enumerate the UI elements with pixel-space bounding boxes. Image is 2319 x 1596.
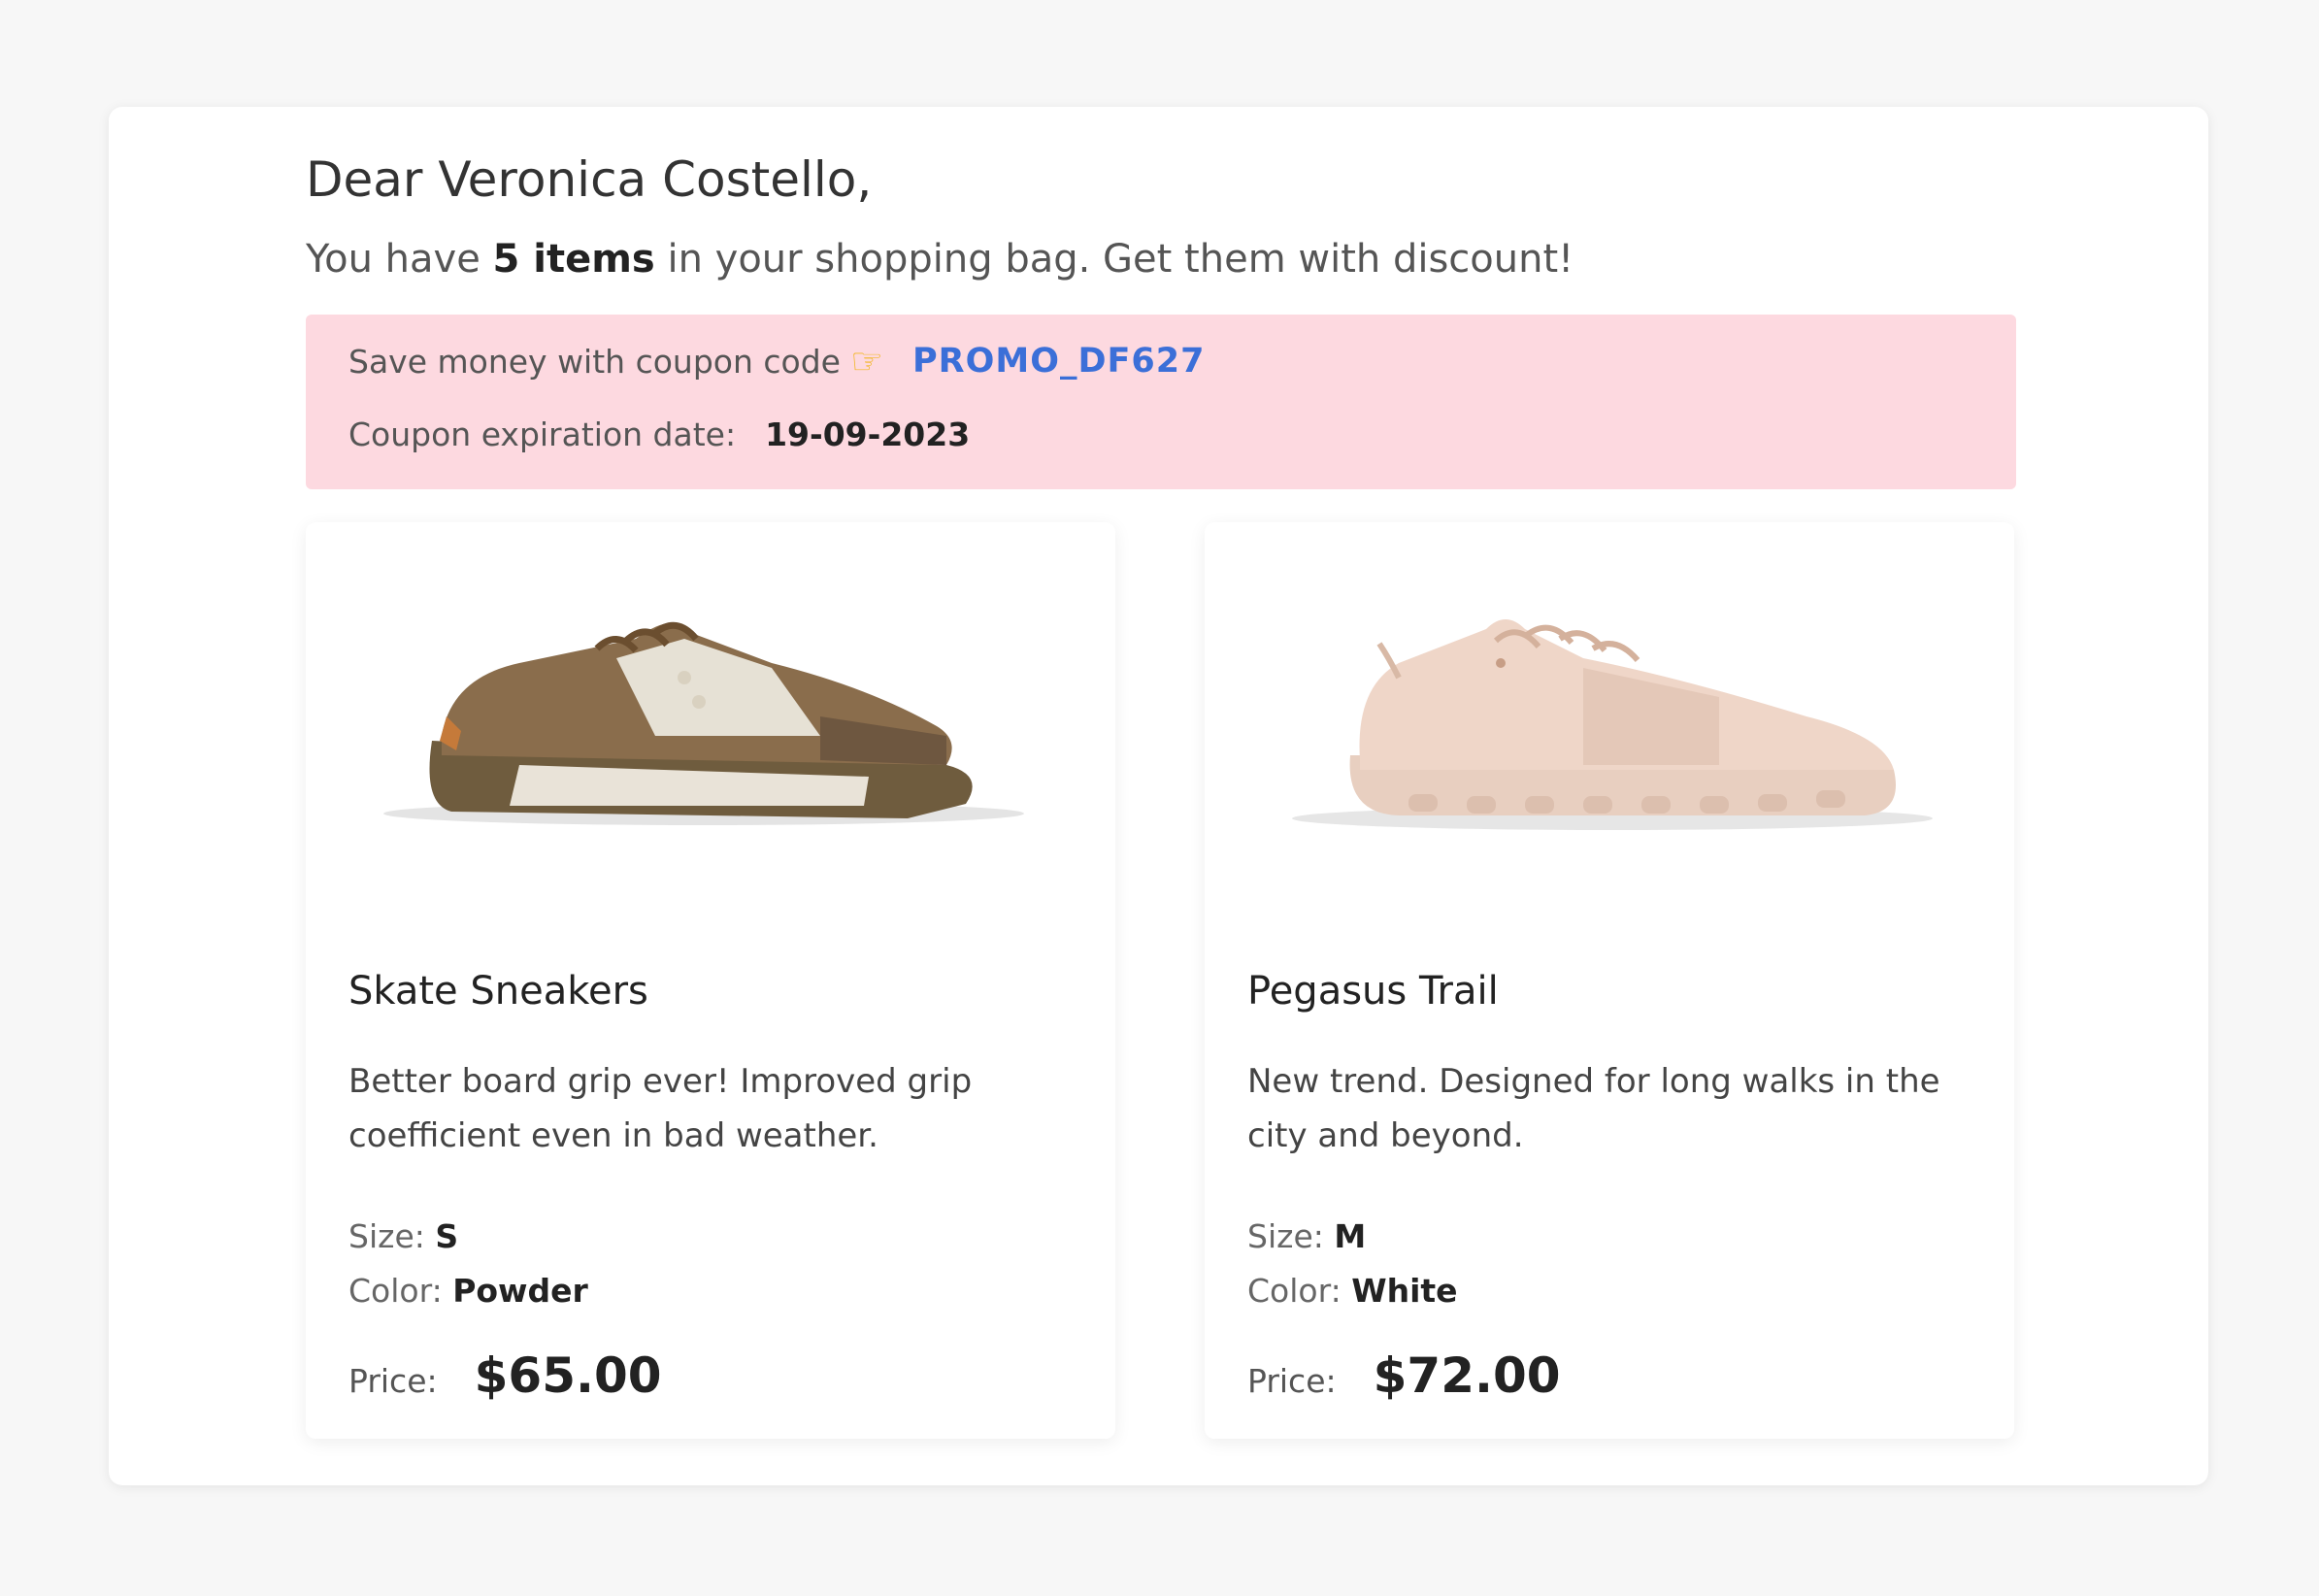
product-image-skate-sneakers[interactable]	[364, 571, 1053, 891]
expiration-date: 19-09-2023	[765, 416, 971, 453]
intro-before: You have	[306, 237, 493, 282]
intro-after: in your shopping bag. Get them with disc…	[654, 237, 1574, 282]
product-name[interactable]: Pegasus Trail	[1247, 969, 1499, 1014]
item-count: 5 items	[492, 237, 655, 282]
coupon-box: Save money with coupon code ☞ PROMO_DF62…	[306, 315, 2016, 489]
coupon-code-row: Save money with coupon code ☞ PROMO_DF62…	[348, 340, 1206, 382]
price-label: Price:	[348, 1362, 438, 1400]
product-card-pegasus-trail[interactable]: Pegasus Trail New trend. Designed for lo…	[1205, 522, 2014, 1439]
size-label: Size:	[1247, 1217, 1324, 1255]
product-image-pegasus-trail[interactable]	[1263, 571, 1952, 891]
coupon-expiration-row: Coupon expiration date: 19-09-2023	[348, 416, 970, 453]
product-size: Size: M	[1247, 1217, 1366, 1255]
product-description: Better board grip ever! Improved grip co…	[348, 1062, 973, 1155]
product-size: Size: S	[348, 1217, 458, 1255]
coupon-code[interactable]: PROMO_DF627	[912, 342, 1205, 381]
price-value: $65.00	[474, 1347, 662, 1404]
product-price-row: Price: $72.00	[1247, 1347, 1561, 1404]
product-color: Color: White	[1247, 1272, 1458, 1310]
email-card: Dear Veronica Costello, You have 5 items…	[109, 107, 2208, 1485]
coupon-label: Save money with coupon code	[348, 342, 841, 381]
product-description: New trend. Designed for long walks in th…	[1247, 1062, 1940, 1155]
product-price-row: Price: $65.00	[348, 1347, 662, 1404]
color-value: White	[1351, 1272, 1458, 1310]
color-value: Powder	[452, 1272, 588, 1310]
product-color: Color: Powder	[348, 1272, 588, 1310]
price-value: $72.00	[1373, 1347, 1561, 1404]
pointing-hand-icon: ☞	[849, 340, 884, 382]
color-label: Color:	[1247, 1272, 1342, 1310]
size-value: M	[1334, 1217, 1367, 1255]
price-label: Price:	[1247, 1362, 1337, 1400]
greeting: Dear Veronica Costello,	[306, 151, 873, 208]
size-value: S	[435, 1217, 459, 1255]
expiration-label: Coupon expiration date:	[348, 416, 737, 453]
intro-text: You have 5 items in your shopping bag. G…	[306, 237, 1574, 282]
color-label: Color:	[348, 1272, 443, 1310]
size-label: Size:	[348, 1217, 425, 1255]
product-name[interactable]: Skate Sneakers	[348, 969, 648, 1014]
product-card-skate-sneakers[interactable]: Skate Sneakers Better board grip ever! I…	[306, 522, 1115, 1439]
